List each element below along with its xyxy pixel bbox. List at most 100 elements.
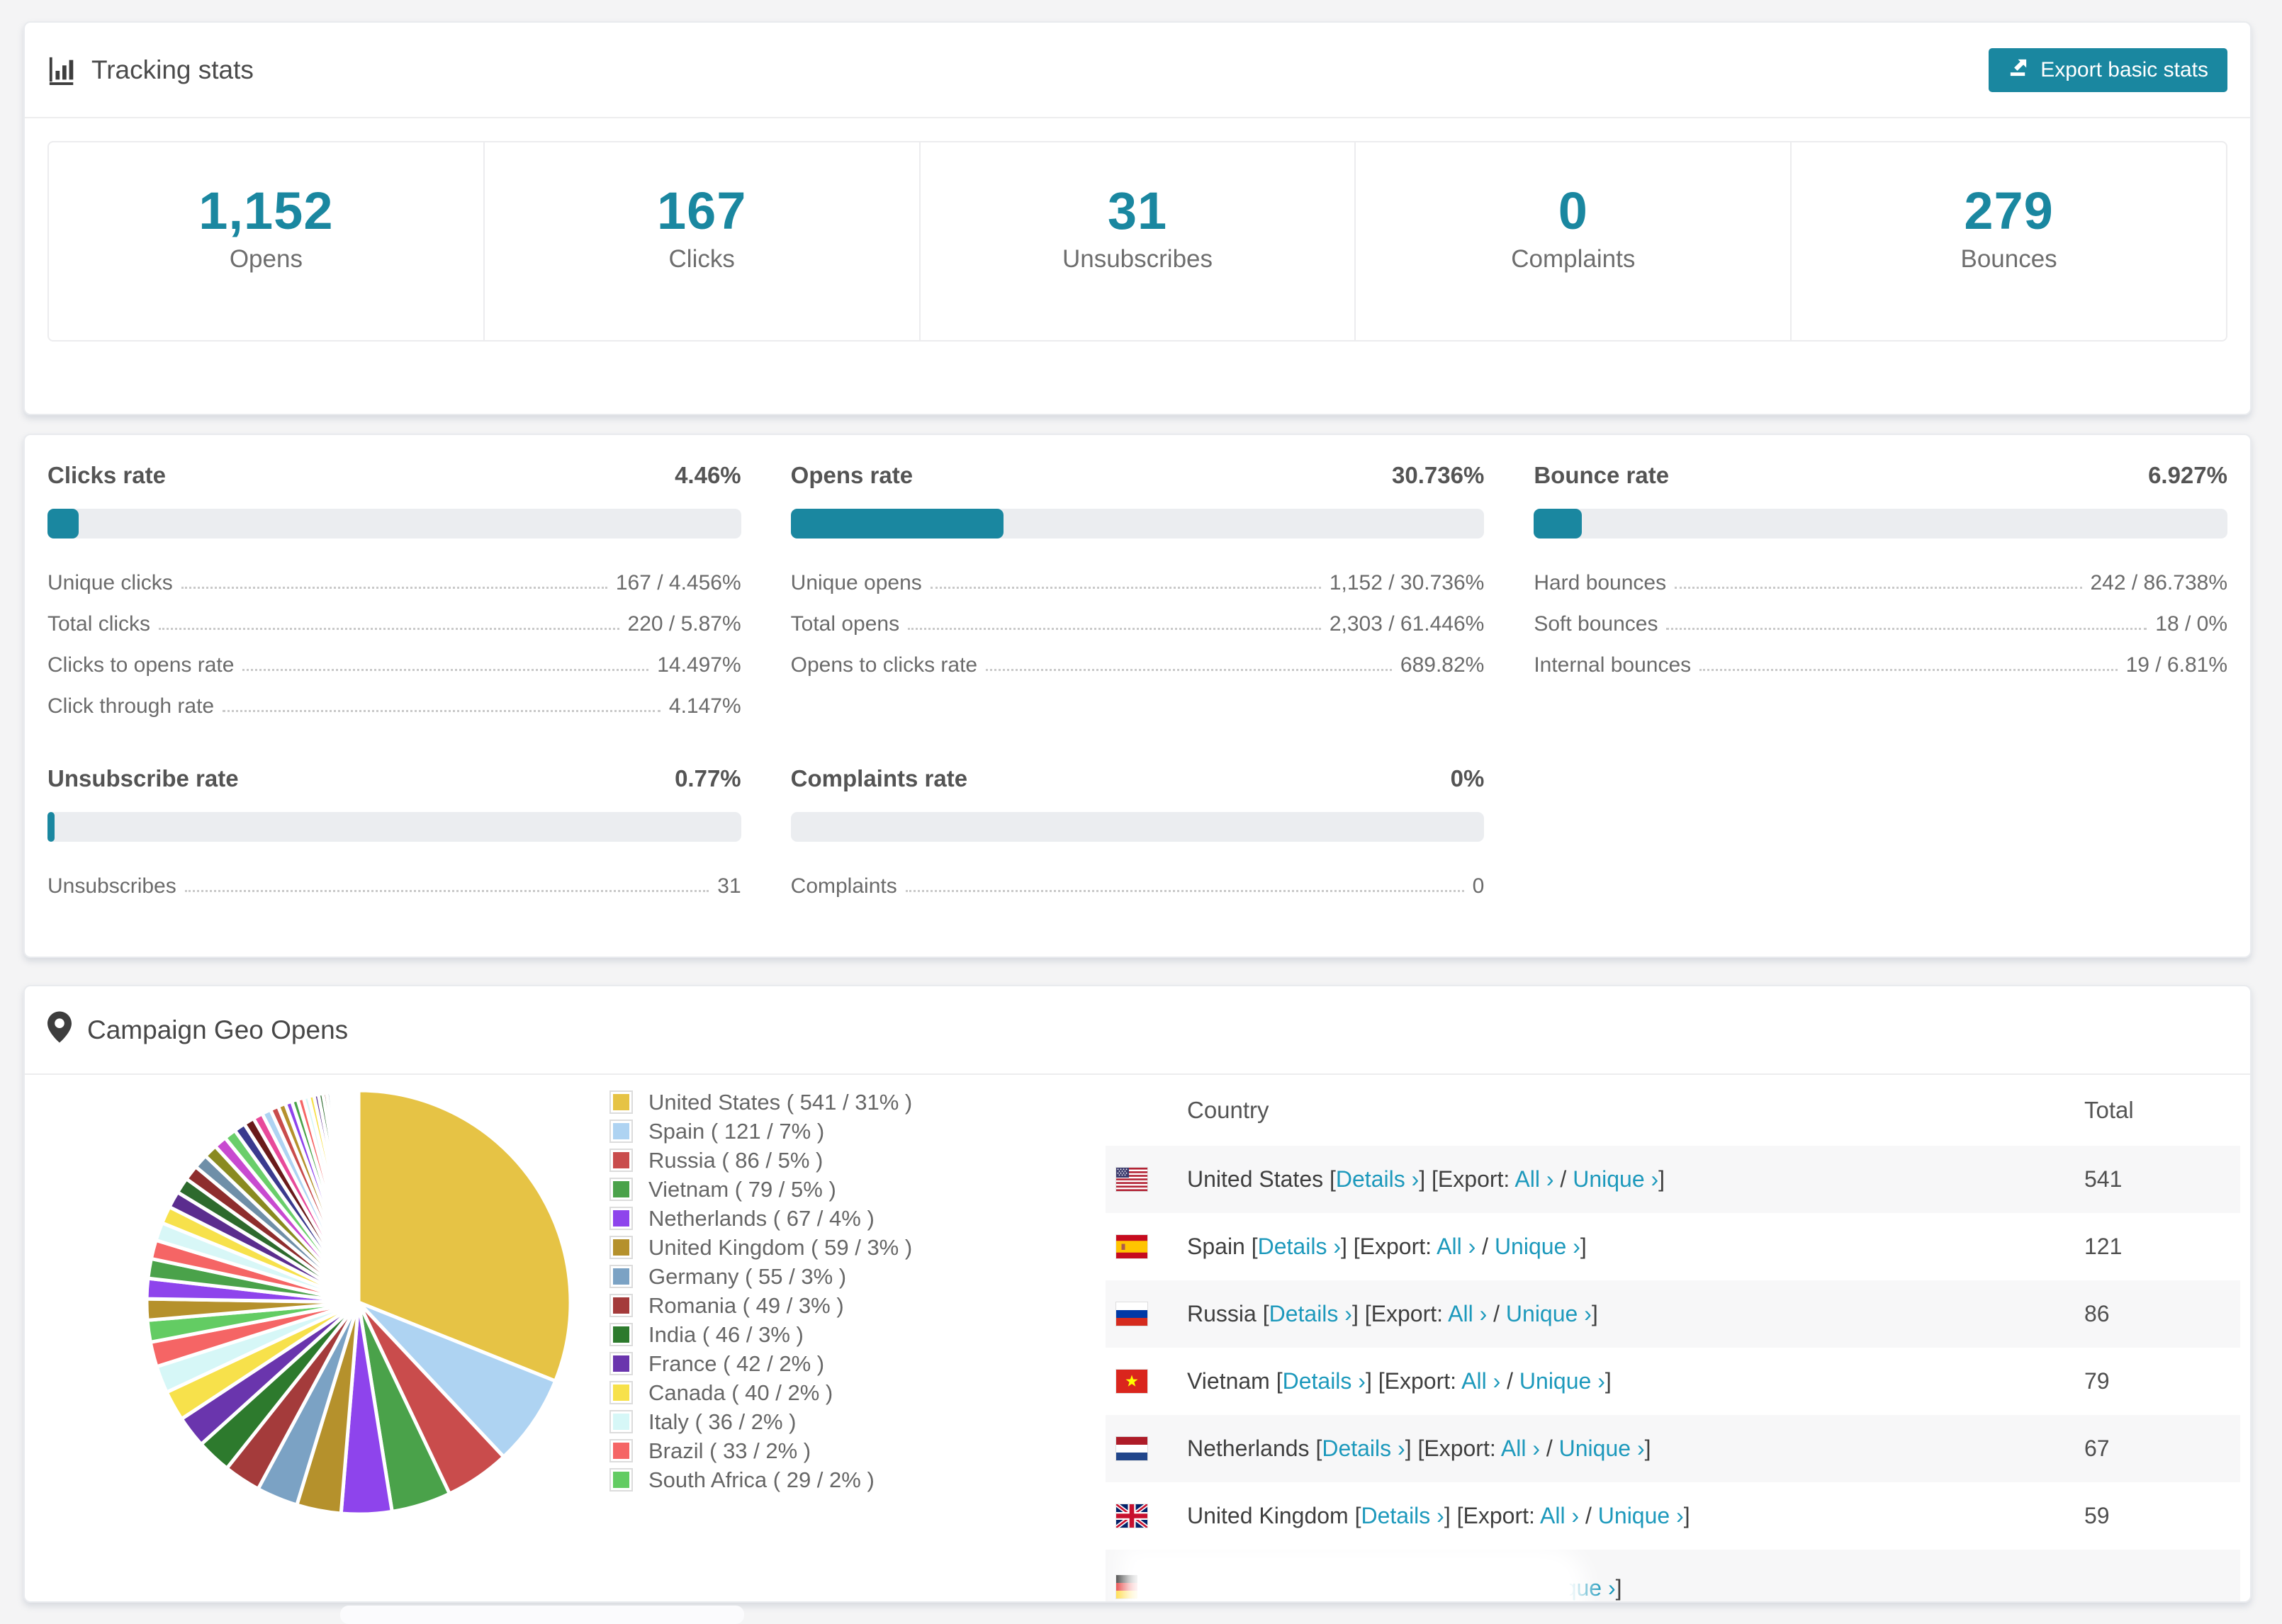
stat-label: Clicks [668,245,735,274]
progress-fill [47,812,55,842]
legend-item-italy: Italy ( 36 / 2% ) [609,1407,1106,1436]
legend-label: Vietnam ( 79 / 5% ) [648,1176,836,1202]
rate-row-value: 689.82% [1400,653,1485,677]
country-cell: Netherlands [Details ›] [Export: All › /… [1187,1436,1651,1461]
progress-fill [790,509,1004,538]
dotted-leader [181,587,607,589]
rate-row-label: Unique opens [790,571,922,594]
export-all-link[interactable]: All › [1501,1436,1540,1461]
export-unique-link[interactable]: Unique › [1598,1503,1684,1528]
details-link[interactable]: Details › [1258,1234,1341,1259]
legend-swatch [609,1352,633,1375]
table-row-united-kingdom: United Kingdom [Details ›] [Export: All … [1106,1482,2240,1550]
export-unique-link[interactable]: Unique › [1506,1301,1592,1326]
dotted-leader [159,628,619,630]
flag-vn-icon [1116,1370,1147,1393]
rate-row-value: 19 / 6.81% [2125,653,2227,677]
legend-swatch [609,1265,633,1288]
total-cell: 86 [2084,1301,2110,1326]
rate-row-value: 220 / 5.87% [627,612,741,636]
stat-value: 31 [1107,181,1168,240]
legend-label: Netherlands ( 67 / 4% ) [648,1205,875,1231]
overlay-fade [1137,1562,1570,1601]
export-all-link[interactable]: All › [1448,1301,1487,1326]
rate-rows: Unsubscribes 31 [47,857,741,898]
geo-opens-card: Campaign Geo Opens United States ( 541 /… [23,985,2252,1603]
rate-title: Complaints rate [790,765,968,791]
rate-row-value: 167 / 4.456% [615,571,741,594]
progress-fill [47,509,79,538]
legend-label: France ( 42 / 2% ) [648,1350,825,1376]
geo-table: Country Total United States [Details ›] [E… [1106,1075,2250,1601]
progress-track [47,812,741,842]
total-cell: 541 [2084,1166,2123,1192]
rate-row-label: Clicks to opens rate [47,653,235,677]
stat-label: Opens [229,245,303,274]
rate-row-value: 0 [1472,874,1485,898]
details-link[interactable]: Details › [1336,1166,1419,1192]
progress-fill [1534,509,1583,538]
details-link[interactable]: Details › [1322,1436,1405,1461]
rate-row-clicks-to-opens-rate: Clicks to opens rate 14.497% [47,636,741,677]
export-all-link[interactable]: All › [1540,1503,1579,1528]
export-unique-link[interactable]: Unique › [1573,1166,1658,1192]
legend-item-netherlands: Netherlands ( 67 / 4% ) [609,1204,1106,1233]
country-cell: Spain [Details ›] [Export: All › / Uniqu… [1187,1234,1587,1259]
flag-ru-icon [1116,1302,1147,1326]
dotted-leader [905,890,1464,892]
legend-item-india: India ( 46 / 3% ) [609,1320,1106,1349]
stat-label: Complaints [1511,245,1636,274]
rate-row-unsubscribes: Unsubscribes 31 [47,857,741,898]
horizontal-scrollbar-thumb[interactable] [340,1606,744,1624]
flag-es-icon [1116,1235,1147,1258]
export-basic-stats-label: Export basic stats [2040,57,2208,81]
geo-table-header-country: Country [1187,1097,1269,1123]
legend-swatch [609,1120,633,1143]
details-link[interactable]: Details › [1361,1503,1444,1528]
export-unique-link[interactable]: Unique › [1559,1436,1645,1461]
legend-swatch [609,1294,633,1317]
legend-swatch [609,1178,633,1201]
rate-value: 6.927% [2148,462,2227,488]
dotted-leader [930,587,1321,589]
stat-value: 279 [1964,181,2054,240]
export-unique-link[interactable]: Unique › [1495,1234,1580,1259]
rate-header: Bounce rate 6.927% [1534,462,2227,489]
export-all-link[interactable]: All › [1461,1368,1500,1394]
total-cell: 79 [2084,1368,2110,1394]
rate-header: Clicks rate 4.46% [47,462,741,489]
rate-row-total-opens: Total opens 2,303 / 61.446% [791,595,1485,636]
legend-label: Spain ( 121 / 7% ) [648,1118,825,1144]
legend-item-vietnam: Vietnam ( 79 / 5% ) [609,1175,1106,1204]
rate-row-label: Total opens [790,612,900,636]
map-pin-icon [47,1011,72,1049]
table-row-netherlands: Netherlands [Details ›] [Export: All › /… [1106,1415,2240,1482]
table-row-united-states: United States [Details ›] [Export: All ›… [1106,1146,2240,1213]
rate-block-opens-rate: Opens rate 30.736% Unique opens 1,152 / 30.… [790,453,1485,718]
dotted-leader [908,628,1321,630]
country-cell: Russia [Details ›] [Export: All › / Uniq… [1187,1301,1598,1326]
details-link[interactable]: Details › [1269,1301,1352,1326]
rate-row-value: 2,303 / 61.446% [1329,612,1485,636]
details-link[interactable]: Details › [1283,1368,1366,1394]
tracking-stats-title-text: Tracking stats [91,55,254,84]
rate-rows: Hard bounces 242 / 86.738% Soft bounces 18 … [1534,554,2227,677]
legend-item-brazil: Brazil ( 33 / 2% ) [609,1436,1106,1465]
country-cell: United Kingdom [Details ›] [Export: All … [1187,1503,1690,1528]
legend-item-canada: Canada ( 40 / 2% ) [609,1378,1106,1407]
export-unique-link[interactable]: Unique › [1519,1368,1605,1394]
legend-label: India ( 46 / 3% ) [648,1321,804,1347]
stat-value: 0 [1558,181,1588,240]
pie-legend: United States ( 541 / 31% ) Spain ( 121 /… [609,1075,1106,1601]
rate-title: Unsubscribe rate [47,765,239,791]
legend-label: Canada ( 40 / 2% ) [648,1380,833,1405]
rates-card: Clicks rate 4.46% Unique clicks 167 / 4.456… [23,434,2252,958]
legend-item-romania: Romania ( 49 / 3% ) [609,1291,1106,1320]
export-all-link[interactable]: All › [1514,1166,1553,1192]
rate-header: Unsubscribe rate 0.77% [47,765,741,792]
rate-row-label: Click through rate [47,694,215,718]
export-basic-stats-button[interactable]: Export basic stats [1989,47,2227,92]
rate-title: Clicks rate [47,462,166,488]
export-all-link[interactable]: All › [1437,1234,1476,1259]
legend-swatch [609,1323,633,1346]
